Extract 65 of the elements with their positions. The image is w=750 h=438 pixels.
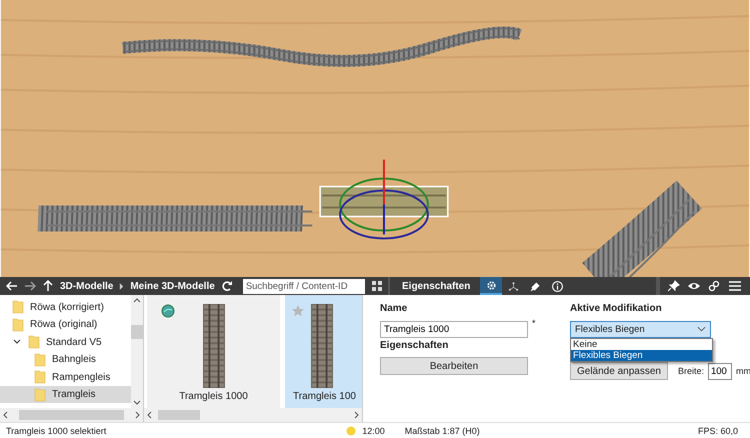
up-arrow-icon[interactable]	[42, 280, 54, 292]
menu-icon[interactable]	[728, 280, 742, 292]
caret-icon	[697, 326, 706, 332]
edit-button[interactable]: Bearbeiten	[380, 357, 528, 376]
tree-item[interactable]: Röwa (korrigiert)	[0, 298, 131, 316]
width-label: Breite:	[678, 366, 704, 376]
pin-icon[interactable]	[668, 280, 680, 292]
separator-icon	[119, 282, 124, 290]
time-label: 12:00	[362, 426, 385, 436]
horizontal-scrollbar[interactable]	[144, 408, 362, 422]
panel-tab[interactable]	[480, 277, 502, 296]
model-tile[interactable]: Tramgleis 100	[285, 295, 362, 408]
chevron-down-icon[interactable]	[133, 400, 141, 406]
back-arrow-icon[interactable]	[6, 280, 18, 292]
panel-title: Eigenschaften	[402, 280, 470, 292]
required-mark: *	[532, 318, 536, 328]
dropdown-option[interactable]: Keine	[571, 339, 712, 350]
chevron-right-icon[interactable]	[354, 411, 359, 420]
tree-item[interactable]: Standard V5	[0, 333, 131, 351]
fps-label: FPS: 60,0	[698, 426, 738, 436]
field-label: Aktive Modifikation	[570, 303, 663, 316]
folder-icon	[12, 300, 24, 314]
status-message: Tramgleis 1000 selektiert	[6, 426, 106, 436]
tree-item[interactable]: Röwa (original)	[0, 316, 131, 334]
chevron-up-icon[interactable]	[133, 298, 141, 304]
chevron-left-icon[interactable]	[147, 411, 152, 420]
breadcrumb-link[interactable]: 3D-Modelle	[60, 280, 114, 292]
section-label: Eigenschaften	[380, 340, 450, 354]
unit-label: mm	[736, 366, 750, 376]
folder-icon	[34, 370, 46, 384]
tree-item[interactable]: Bahngleis	[0, 350, 131, 368]
nodes-icon	[508, 282, 518, 291]
info-icon	[552, 280, 563, 292]
settings-icon	[487, 281, 496, 290]
width-field[interactable]: 100	[708, 362, 732, 380]
model-tile[interactable]: Tramgleis 1000	[147, 295, 280, 408]
refresh-icon[interactable]	[220, 280, 233, 292]
folder-icon	[34, 388, 46, 402]
brush-icon	[530, 282, 540, 292]
search-field[interactable]: Suchbegriff / Content-ID	[242, 278, 365, 294]
chevron-right-icon[interactable]	[135, 411, 140, 420]
forward-arrow-icon[interactable]	[24, 280, 36, 292]
name-field[interactable]: Tramgleis 1000	[380, 320, 528, 338]
folder-icon	[28, 335, 40, 350]
scroll-thumb[interactable]	[158, 410, 200, 420]
scroll-thumb[interactable]	[19, 410, 124, 420]
star-icon	[291, 304, 305, 318]
field-label: Name	[380, 303, 408, 316]
globe-icon	[161, 304, 175, 318]
scale-label: Maßstab 1:87 (H0)	[404, 426, 480, 436]
vertical-scrollbar[interactable]	[131, 295, 143, 408]
folder-icon	[12, 318, 24, 332]
terrain-button[interactable]: Gelände anpassen	[570, 362, 668, 380]
modification-dropdown[interactable]: Flexibles Biegen	[570, 320, 711, 338]
tree-item[interactable]: Tramgleis	[0, 386, 131, 404]
scroll-thumb[interactable]	[131, 325, 143, 340]
grid-view-icon[interactable]	[370, 280, 383, 292]
folder-icon	[34, 352, 46, 367]
horizontal-scrollbar[interactable]	[0, 408, 143, 422]
dropdown-option[interactable]: Flexibles Biegen	[571, 350, 712, 362]
sun-icon	[346, 426, 356, 436]
tree-item[interactable]: Rampengleis	[0, 368, 131, 386]
link-icon[interactable]	[708, 280, 720, 292]
breadcrumb-link[interactable]: Meine 3D-Modelle	[130, 280, 215, 292]
chevron-left-icon[interactable]	[3, 411, 8, 420]
